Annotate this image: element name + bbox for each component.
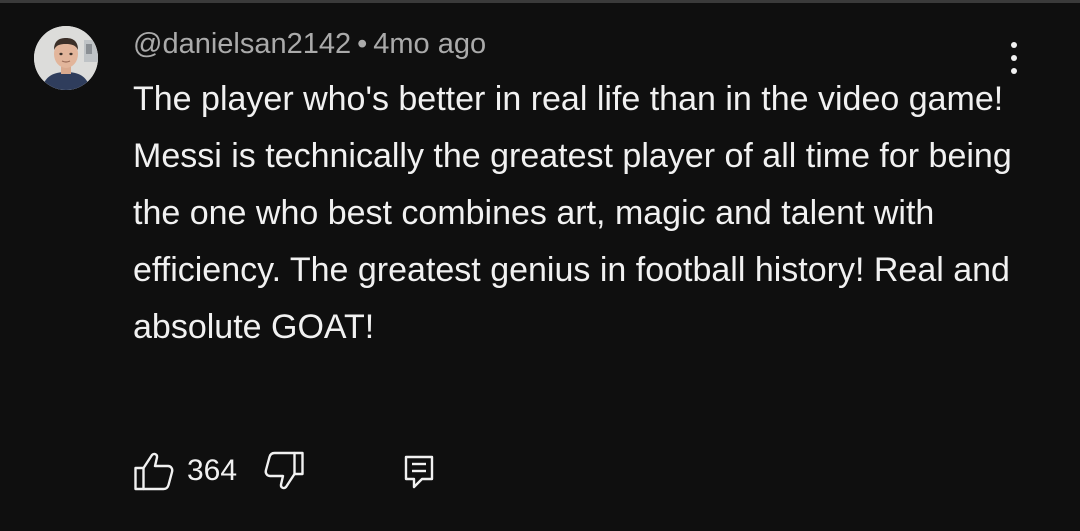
avatar[interactable] xyxy=(34,26,98,90)
meta-separator: • xyxy=(357,28,368,60)
top-divider xyxy=(0,0,1080,3)
avatar-image xyxy=(34,26,98,90)
like-button[interactable]: 364 xyxy=(133,451,263,491)
comment-actions: 364 xyxy=(133,448,435,494)
author-handle[interactable]: @danielsan2142 xyxy=(133,28,351,60)
like-count: 364 xyxy=(187,454,238,487)
comment-meta: @danielsan2142 • 4mo ago xyxy=(133,26,486,62)
thumbs-up-icon xyxy=(134,452,174,491)
reply-comment-icon xyxy=(404,455,434,489)
menu-dot xyxy=(1011,42,1017,48)
dislike-button[interactable] xyxy=(263,451,403,491)
thumbs-down-icon xyxy=(264,451,304,490)
comment-text: The player who's better in real life tha… xyxy=(133,80,1012,346)
comment-timestamp[interactable]: 4mo ago xyxy=(373,28,486,60)
menu-dot xyxy=(1011,55,1017,61)
reply-button[interactable] xyxy=(403,451,435,491)
